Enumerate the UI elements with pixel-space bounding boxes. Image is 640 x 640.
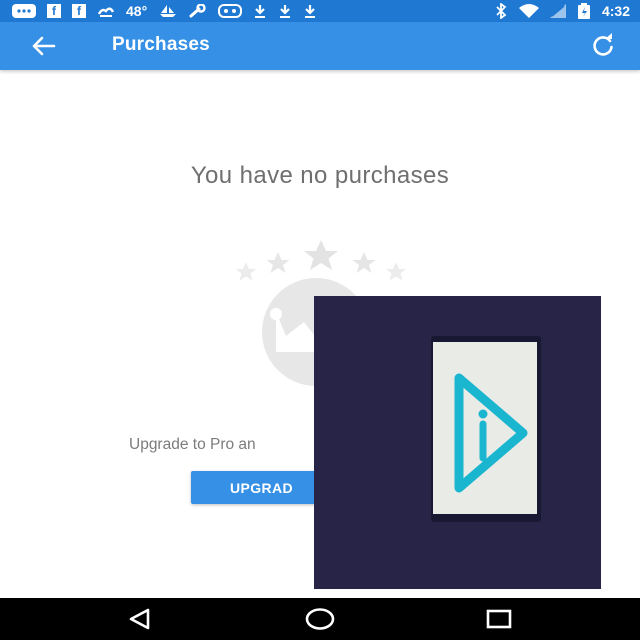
back-triangle-icon [129,608,150,630]
status-time: 4:32 [601,3,630,19]
play-logo-icon [431,336,541,522]
download-icon [303,3,317,19]
message-icon [12,3,36,19]
nav-home-button[interactable] [303,606,337,632]
arrow-left-icon [32,36,56,56]
temperature-text: 48° [126,3,148,19]
game-icon [218,3,243,19]
wrench-icon [189,3,207,19]
status-bar-right: 4:32 [494,3,630,19]
wifi-icon [518,3,539,19]
page-title: Purchases [112,34,210,55]
status-bar: f f 48° 4:32 [0,0,640,22]
nav-recents-button[interactable] [482,606,516,632]
navigation-bar [0,598,640,640]
weather-icon [97,3,115,19]
refresh-icon [593,33,613,56]
nav-back-button[interactable] [124,606,158,632]
boat-icon [158,3,178,19]
facebook-icon: f [72,4,86,18]
battery-icon [577,3,591,19]
bluetooth-icon [494,3,508,19]
app-bar: Purchases [0,22,640,70]
signal-icon [549,3,566,19]
upgrade-description: Upgrade to Pro an [129,436,256,453]
empty-state-title: You have no purchases [190,162,450,189]
recents-square-icon [486,609,512,629]
status-bar-left: f f 48° [12,3,317,19]
download-icon [278,3,292,19]
home-circle-icon [305,608,335,630]
facebook-icon: f [47,4,61,18]
refresh-button[interactable] [586,30,620,62]
download-icon [253,3,267,19]
app-screen: f f 48° 4:32 Purchases You have no purch… [0,0,640,640]
overlay-image [314,296,601,589]
back-button[interactable] [26,30,60,62]
